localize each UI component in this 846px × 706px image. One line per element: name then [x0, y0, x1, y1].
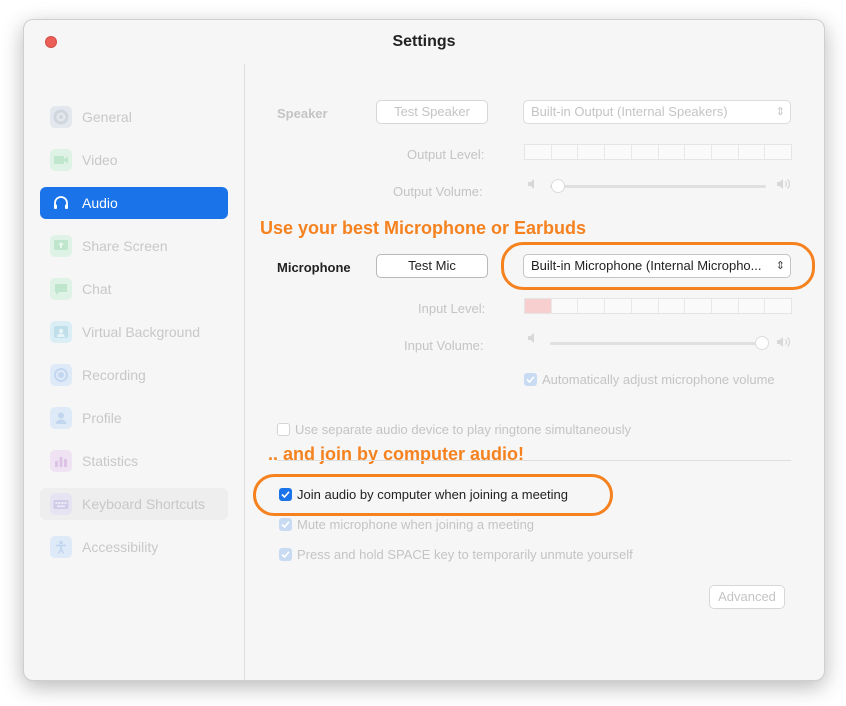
- input-volume-slider[interactable]: [754, 336, 769, 350]
- speaker-device-value: Built-in Output (Internal Speakers): [531, 104, 728, 119]
- mic-volume-low-icon: [527, 331, 539, 350]
- sidebar-item-audio[interactable]: Audio: [40, 187, 228, 219]
- sidebar-item-statistics[interactable]: Statistics: [40, 445, 228, 477]
- speaker-high-icon: [776, 177, 794, 196]
- annotation-top: Use your best Microphone or Earbuds: [260, 218, 587, 238]
- sidebar-item-label: Virtual Background: [82, 324, 201, 340]
- advanced-button[interactable]: Advanced: [709, 585, 785, 609]
- mute-mic-checkbox[interactable]: [279, 518, 292, 531]
- input-volume-track: [550, 342, 766, 345]
- annotation-ring-join-audio: [253, 474, 613, 516]
- settings-window: Settings General Video Audio Share Scree…: [23, 19, 825, 681]
- output-volume-label: Output Volume:: [393, 184, 483, 199]
- headphones-icon: [50, 192, 72, 214]
- mute-mic-label: Mute microphone when joining a meeting: [297, 517, 535, 532]
- separate-device-checkbox[interactable]: [277, 423, 290, 436]
- speaker-label: Speaker: [277, 106, 328, 121]
- output-level-meter: [524, 144, 792, 160]
- title-bar: Settings: [24, 20, 824, 64]
- speaker-device-select[interactable]: Built-in Output (Internal Speakers) ⇕: [523, 100, 791, 124]
- sidebar-item-accessibility[interactable]: Accessibility: [40, 531, 228, 563]
- sidebar-item-virtual-background[interactable]: Virtual Background: [40, 316, 228, 348]
- sidebar-item-keyboard-shortcuts[interactable]: Keyboard Shortcuts: [40, 488, 228, 520]
- separate-device-label: Use separate audio device to play ringto…: [295, 422, 632, 437]
- sidebar-item-profile[interactable]: Profile: [40, 402, 228, 434]
- space-unmute-label: Press and hold SPACE key to temporarily …: [297, 547, 633, 562]
- input-volume-label: Input Volume:: [404, 338, 484, 353]
- sidebar-item-video[interactable]: Video: [40, 144, 228, 176]
- bar-chart-icon: [50, 450, 72, 472]
- input-level-meter: [524, 298, 792, 314]
- auto-adjust-label: Automatically adjust microphone volume: [542, 372, 775, 387]
- sidebar-item-label: Recording: [82, 367, 146, 383]
- share-screen-icon: [50, 235, 72, 257]
- test-speaker-button[interactable]: Test Speaker: [376, 100, 488, 124]
- sidebar-item-label: Video: [82, 152, 118, 168]
- sidebar-item-recording[interactable]: Recording: [40, 359, 228, 391]
- sidebar-item-general[interactable]: General: [40, 101, 228, 133]
- sidebar-item-label: Share Screen: [82, 238, 168, 254]
- checkmark-icon: [526, 376, 535, 384]
- sidebar-item-label: Profile: [82, 410, 122, 426]
- mic-volume-high-icon: [776, 335, 794, 354]
- sidebar-item-label: Statistics: [82, 453, 139, 469]
- output-level-label: Output Level:: [407, 147, 485, 162]
- auto-adjust-checkbox[interactable]: [524, 373, 537, 386]
- video-camera-icon: [50, 149, 72, 171]
- select-chevron-icon: ⇕: [775, 106, 785, 118]
- keyboard-icon: [50, 493, 72, 515]
- annotation-ring-microphone: [501, 242, 815, 290]
- checkmark-icon: [281, 551, 290, 559]
- record-icon: [50, 364, 72, 386]
- annotation-bottom: .. and join by computer audio!: [268, 444, 525, 464]
- sidebar-item-share-screen[interactable]: Share Screen: [40, 230, 228, 262]
- test-mic-button[interactable]: Test Mic: [376, 254, 488, 278]
- window-title: Settings: [392, 33, 456, 50]
- sidebar-item-label: General: [82, 109, 132, 125]
- accessibility-icon: [50, 536, 72, 558]
- sidebar-item-label: Accessibility: [82, 539, 159, 555]
- chat-bubble-icon: [50, 278, 72, 300]
- output-volume-slider[interactable]: [551, 179, 566, 193]
- gear-icon: [50, 106, 72, 128]
- sidebar-item-label: Chat: [82, 281, 112, 297]
- input-level-label: Input Level:: [418, 301, 486, 316]
- section-divider: [277, 460, 791, 461]
- profile-icon: [50, 407, 72, 429]
- microphone-label: Microphone: [277, 260, 351, 275]
- person-background-icon: [50, 321, 72, 343]
- speaker-low-icon: [527, 177, 539, 196]
- audio-settings-panel: Speaker Test Speaker Built-in Output (In…: [245, 64, 824, 680]
- sidebar-item-label: Audio: [82, 195, 118, 211]
- checkmark-icon: [281, 521, 290, 529]
- sidebar: General Video Audio Share Screen Chat Vi…: [24, 64, 245, 680]
- space-unmute-checkbox[interactable]: [279, 548, 292, 561]
- sidebar-item-label: Keyboard Shortcuts: [82, 496, 205, 512]
- output-volume-track: [550, 185, 766, 188]
- sidebar-item-chat[interactable]: Chat: [40, 273, 228, 305]
